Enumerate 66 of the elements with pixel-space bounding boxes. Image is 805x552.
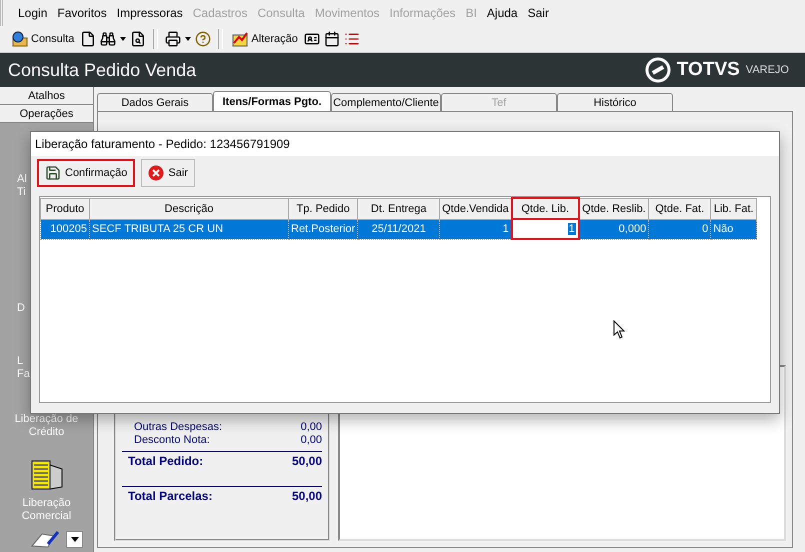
summary-value: 0,00 xyxy=(300,434,322,447)
close-icon xyxy=(148,165,164,181)
column-header[interactable]: Produto xyxy=(40,198,90,219)
table-cell: 25/11/2021 xyxy=(358,219,440,239)
column-header[interactable]: Tp. Pedido xyxy=(288,198,358,219)
binoculars-icon[interactable] xyxy=(100,31,116,47)
cursor-icon xyxy=(613,320,627,340)
document-pen-icon[interactable] xyxy=(30,530,60,548)
menu-item[interactable]: Sair xyxy=(522,6,554,20)
caret-icon[interactable] xyxy=(70,536,78,542)
cabinet-icon[interactable] xyxy=(30,459,64,491)
screen-title: Consulta Pedido Venda xyxy=(8,60,196,80)
new-document-icon[interactable] xyxy=(80,31,96,47)
column-header[interactable]: Descrição xyxy=(90,198,288,219)
column-header[interactable]: Qtde. Lib. xyxy=(512,198,579,219)
quantity-input[interactable]: 1 xyxy=(512,219,579,239)
list-icon[interactable] xyxy=(344,31,360,47)
grid-row[interactable]: 100205 SECF TRIBUTA 25 CR UN Ret.Posterior 25/11/2021 1 1 0,000 0 Não xyxy=(40,219,757,239)
summary-label: Total Parcelas: xyxy=(128,488,212,505)
column-header[interactable]: Qtde. Reslib. xyxy=(578,198,649,219)
column-header[interactable]: Lib. Fat. xyxy=(710,198,757,219)
logo-text: TOTVS xyxy=(676,59,740,81)
table-cell: 0,000 xyxy=(578,219,649,239)
floppy-icon xyxy=(45,165,61,181)
exit-button[interactable]: Sair xyxy=(141,159,195,187)
summary-label: Total Pedido: xyxy=(128,453,204,470)
table-cell: Não xyxy=(710,219,757,239)
sidebar-tab[interactable]: Atalhos xyxy=(0,87,93,105)
column-header[interactable]: Qtde. Fat. xyxy=(648,198,711,219)
summary-value: 50,00 xyxy=(292,488,322,505)
caret-icon[interactable] xyxy=(120,37,126,41)
query-button[interactable]: Consulta xyxy=(10,30,76,48)
table-cell: 1 xyxy=(440,219,512,239)
dropdown-button[interactable] xyxy=(66,530,83,548)
summary-label: Desconto Nota: xyxy=(134,434,210,447)
confirm-button[interactable]: Confirmação xyxy=(37,159,136,187)
summary-label: Outras Despesas: xyxy=(134,421,222,434)
logo-icon xyxy=(644,57,671,83)
printer-icon[interactable] xyxy=(165,31,182,47)
logo-suffix: VAREJO xyxy=(746,64,789,76)
tab[interactable]: Itens/Formas Pgto. xyxy=(213,91,331,111)
summary-value: 0,00 xyxy=(300,421,322,434)
menu-item[interactable]: Impressoras xyxy=(112,6,188,20)
tab[interactable]: Complemento/Cliente xyxy=(331,93,441,111)
edit-button[interactable]: Alteração xyxy=(230,30,300,48)
menu-item[interactable]: Favoritos xyxy=(52,6,112,20)
sidebar-tab[interactable]: Operações xyxy=(0,105,93,123)
chart-icon[interactable] xyxy=(232,31,248,47)
globe-folder-icon[interactable] xyxy=(12,31,28,47)
document-search-icon[interactable] xyxy=(130,31,146,47)
tab[interactable]: Histórico xyxy=(557,93,673,111)
id-card-icon[interactable] xyxy=(304,31,320,47)
menu-item[interactable]: Ajuda xyxy=(482,6,523,20)
menu-item[interactable]: Login xyxy=(13,6,52,20)
column-header[interactable]: Qtde.Vendida xyxy=(440,198,512,219)
table-cell: 100205 xyxy=(40,219,90,239)
table-cell: SECF TRIBUTA 25 CR UN xyxy=(90,219,288,239)
summary-value: 50,00 xyxy=(292,453,322,470)
column-header[interactable]: Dt. Entrega xyxy=(358,198,440,219)
caret-icon[interactable] xyxy=(185,37,192,41)
table-cell: Ret.Posterior xyxy=(288,219,358,239)
table-cell: 0 xyxy=(648,219,711,239)
tab[interactable]: Dados Gerais xyxy=(97,93,213,111)
calendar-icon[interactable] xyxy=(324,31,340,47)
dialog-title: Liberação faturamento - Pedido: 123456791909 xyxy=(35,137,290,151)
help-icon[interactable] xyxy=(195,31,212,47)
